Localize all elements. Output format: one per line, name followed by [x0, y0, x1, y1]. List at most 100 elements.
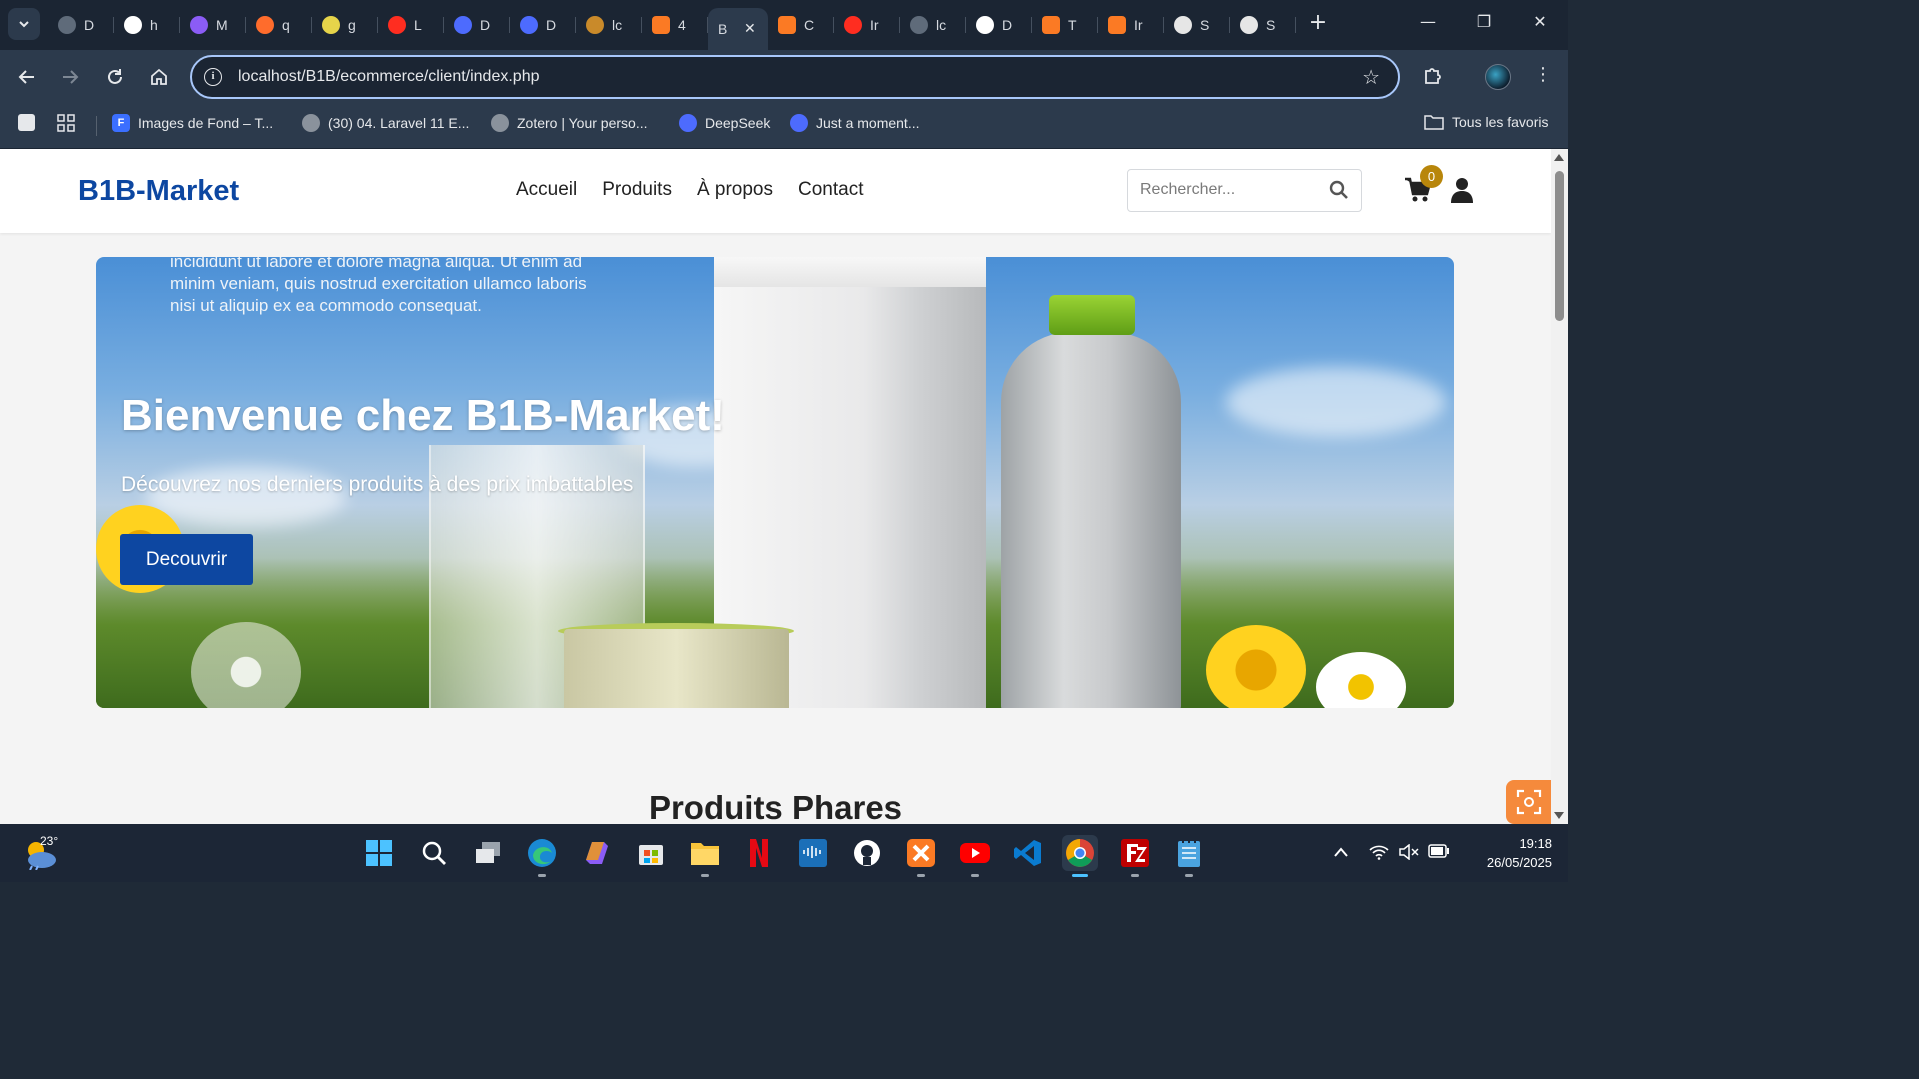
github-icon — [124, 16, 142, 34]
taskbar-app-youtube[interactable] — [957, 835, 993, 877]
all-bookmarks-button[interactable]: Tous les favoris — [1424, 114, 1548, 130]
milk-bottle-illustration — [1001, 332, 1181, 708]
show-hidden-icons-button[interactable] — [1333, 844, 1349, 862]
task-view-button[interactable] — [470, 835, 506, 871]
bookmark-item[interactable]: F Images de Fond – T... — [112, 114, 273, 132]
puzzle-icon — [1425, 68, 1441, 84]
browser-menu-button[interactable]: ⋮ — [1534, 64, 1552, 85]
taskbar-app-copilot[interactable] — [579, 835, 615, 871]
extensions-button[interactable] — [1422, 64, 1444, 91]
wifi-status[interactable] — [1369, 844, 1389, 864]
bookmark-item[interactable]: (30) 04. Laravel 11 E... — [302, 114, 469, 132]
browser-tab[interactable]: 4 — [642, 8, 708, 42]
browser-tab[interactable]: D — [510, 8, 576, 42]
discover-button[interactable]: Decouvrir — [120, 534, 253, 585]
taskbar-app-cisco[interactable] — [795, 835, 831, 871]
folder-icon — [691, 843, 719, 865]
browser-tab[interactable]: L — [378, 8, 444, 42]
capture-icon — [1516, 789, 1541, 815]
taskbar-app-store[interactable] — [633, 835, 669, 871]
home-button[interactable] — [145, 63, 173, 91]
taskbar-app-notepad[interactable] — [1171, 835, 1207, 877]
browser-tab[interactable]: g — [312, 8, 378, 42]
tab-search-button[interactable] — [8, 8, 40, 40]
browser-tab[interactable]: C — [768, 8, 834, 42]
new-tab-button[interactable]: + — [1306, 12, 1330, 36]
url-text[interactable]: localhost/B1B/ecommerce/client/index.php — [238, 68, 540, 86]
browser-tab[interactable]: B ✕ — [708, 8, 768, 50]
browser-tab[interactable]: lc — [576, 8, 642, 42]
menu-item-contact[interactable]: Contact — [798, 179, 863, 201]
user-account-icon[interactable] — [1450, 177, 1474, 207]
menu-item-a-propos[interactable]: À propos — [697, 179, 773, 201]
taskbar-app-netflix[interactable] — [741, 835, 777, 871]
bookmark-item[interactable]: Zotero | Your perso... — [491, 114, 648, 132]
bookmark-label: Just a moment... — [816, 115, 920, 131]
browser-tab[interactable]: D — [444, 8, 510, 42]
browser-tab[interactable]: h — [114, 8, 180, 42]
edge-icon — [528, 839, 556, 867]
browser-tab[interactable]: T — [1032, 8, 1098, 42]
chrome-icon — [1066, 839, 1094, 867]
system-clock[interactable]: 19:18 26/05/2025 — [1462, 834, 1552, 872]
bookmarks-separator — [96, 116, 97, 136]
square-icon — [18, 114, 35, 131]
menu-item-accueil[interactable]: Accueil — [516, 179, 577, 201]
browser-tab[interactable]: M — [180, 8, 246, 42]
taskbar-app-vscode[interactable] — [1010, 835, 1046, 871]
browser-tab[interactable]: S — [1230, 8, 1296, 42]
taskbar-app-chrome[interactable] — [1062, 835, 1098, 877]
scroll-thumb[interactable] — [1555, 171, 1564, 321]
reload-button[interactable] — [101, 63, 129, 91]
battery-status[interactable] — [1428, 844, 1450, 862]
menu-item-produits[interactable]: Produits — [602, 179, 672, 201]
page-scrollbar[interactable] — [1551, 149, 1568, 824]
white-circle-icon — [1240, 16, 1258, 34]
start-button[interactable] — [361, 835, 397, 871]
address-bar[interactable]: i localhost/B1B/ecommerce/client/index.p… — [190, 55, 1400, 99]
volume-status[interactable] — [1399, 843, 1419, 864]
taskbar-search-button[interactable] — [416, 835, 452, 871]
chevron-up-icon — [1334, 847, 1348, 857]
taskbar-app-file-explorer[interactable] — [687, 835, 723, 877]
site-info-icon[interactable]: i — [204, 68, 222, 86]
browser-tab[interactable]: lc — [900, 8, 966, 42]
xampp-icon — [1108, 16, 1126, 34]
bookmark-label: DeepSeek — [705, 115, 771, 131]
close-window-button[interactable]: ✕ — [1528, 12, 1552, 31]
browser-tab[interactable]: q — [246, 8, 312, 42]
taskbar-app-filezilla[interactable] — [1117, 835, 1153, 877]
back-button[interactable] — [13, 63, 41, 91]
tab-title: D — [84, 17, 95, 33]
bookmark-item[interactable]: Just a moment... — [790, 114, 919, 132]
close-tab-icon[interactable]: ✕ — [744, 21, 756, 37]
profile-avatar[interactable] — [1485, 64, 1511, 90]
deepseek-icon — [454, 16, 472, 34]
scroll-down-arrow[interactable] — [1554, 812, 1564, 819]
globe-icon — [491, 114, 509, 132]
bookmark-star-icon[interactable]: ☆ — [1362, 65, 1380, 89]
slash-icon — [976, 16, 994, 34]
minimize-button[interactable]: — — [1416, 12, 1440, 31]
taskbar-app-xampp[interactable] — [903, 835, 939, 877]
browser-tab[interactable]: S — [1164, 8, 1230, 42]
restore-button[interactable]: ❐ — [1472, 12, 1496, 31]
scroll-up-arrow[interactable] — [1554, 154, 1564, 161]
bookmark-item[interactable]: DeepSeek — [679, 114, 770, 132]
taskbar-app-github[interactable] — [849, 835, 885, 871]
browser-tab[interactable]: Ir — [1098, 8, 1164, 42]
store-icon — [639, 845, 663, 865]
apps-button[interactable] — [57, 114, 75, 132]
reload-icon — [108, 69, 122, 84]
tab-title: g — [348, 17, 356, 33]
browser-tab[interactable]: D — [48, 8, 114, 42]
browser-tab[interactable]: D — [966, 8, 1032, 42]
screen-capture-button[interactable] — [1506, 780, 1551, 824]
browser-tab[interactable]: Ir — [834, 8, 900, 42]
tab-groups-button[interactable] — [18, 114, 35, 131]
search-input[interactable] — [1140, 181, 1320, 199]
taskbar-app-edge[interactable] — [524, 835, 560, 877]
search-icon[interactable] — [1329, 180, 1349, 204]
site-logo[interactable]: B1B-Market — [78, 175, 239, 208]
forward-button[interactable] — [56, 63, 84, 91]
